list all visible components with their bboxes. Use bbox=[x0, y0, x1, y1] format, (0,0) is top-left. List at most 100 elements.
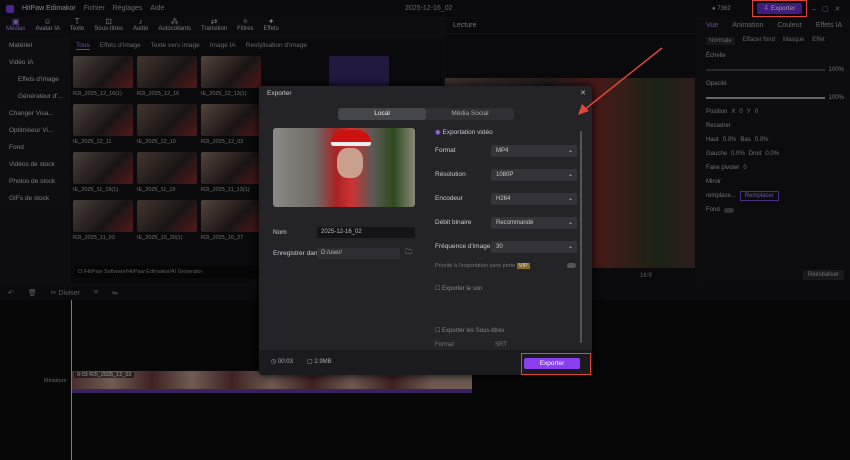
format-select[interactable]: MP4 ⌄ bbox=[491, 145, 577, 157]
folder-icon[interactable]: 🗀 bbox=[405, 248, 412, 259]
fps-select[interactable]: 30 ⌄ bbox=[491, 241, 577, 253]
tab-animation[interactable]: Animation bbox=[732, 22, 763, 29]
scrollbar[interactable] bbox=[580, 131, 582, 343]
save-path-input[interactable]: D:/user/ bbox=[317, 248, 400, 259]
subtitle-format-value[interactable]: SRT bbox=[495, 342, 507, 348]
media-thumbnail bbox=[137, 152, 197, 184]
bitrate-label: Débit binaire bbox=[435, 219, 472, 226]
rotate-value[interactable]: 0 bbox=[743, 165, 746, 171]
tab-local[interactable]: Local bbox=[338, 108, 426, 120]
media-tab[interactable]: Image IA bbox=[210, 42, 236, 50]
media-tab[interactable]: Restylisation d'image bbox=[246, 42, 307, 50]
tool-audio[interactable]: ♪ Audio bbox=[133, 17, 148, 37]
sidebar-item[interactable]: Optimiseur Vi... bbox=[4, 123, 68, 139]
background-toggle[interactable] bbox=[723, 207, 734, 213]
reset-button[interactable]: Réinitialiser bbox=[802, 270, 844, 280]
resolution-select[interactable]: 1080P ⌄ bbox=[491, 169, 577, 181]
file-size-value: 2.9MB bbox=[314, 359, 332, 365]
export-tabs: Local Média Social bbox=[338, 108, 514, 120]
fps-label: Fréquence d'image bbox=[435, 243, 491, 250]
export-subtitles-label: Exporter les Sous-titres bbox=[442, 328, 505, 334]
media-thumbnail bbox=[201, 56, 261, 88]
media-item[interactable]: R2I_2025_10_27 bbox=[201, 200, 261, 244]
menu-settings[interactable]: Réglages bbox=[113, 5, 143, 12]
tool-text[interactable]: T Texte bbox=[70, 17, 84, 37]
window-controls[interactable]: –▢✕ bbox=[812, 5, 846, 13]
tool-filters[interactable]: ✧ Filtres bbox=[237, 17, 253, 37]
video-export-radio[interactable]: ◉ Exportation vidéo bbox=[435, 128, 493, 136]
crop-bottom[interactable]: 0.0% bbox=[755, 137, 769, 143]
split-button[interactable]: ✂ Diviser bbox=[51, 289, 80, 297]
subtab-effect[interactable]: Effet bbox=[812, 37, 824, 45]
crop-left[interactable]: 0.0% bbox=[731, 151, 745, 157]
delete-icon[interactable]: 🗑 bbox=[28, 289, 37, 297]
media-item[interactable]: IE_2025_12_10 bbox=[137, 104, 197, 148]
tool-avatar[interactable]: ☺ Avatar IA bbox=[35, 17, 60, 37]
sidebar-item[interactable]: GIFs de stock bbox=[4, 191, 68, 207]
subtab-remove-bg[interactable]: Effacer fond bbox=[743, 37, 775, 45]
text-icon: T bbox=[74, 17, 80, 26]
top-export-button[interactable]: ⇩ Exporter bbox=[757, 3, 802, 14]
media-thumbnail bbox=[201, 104, 261, 136]
tool-stickers[interactable]: ⁂ Autocollants bbox=[158, 17, 191, 37]
media-tab[interactable]: Effets d'image bbox=[100, 42, 141, 50]
undo-icon[interactable]: ↶ bbox=[8, 289, 14, 297]
export-audio-checkbox[interactable]: ☐ Exporter le son bbox=[435, 285, 482, 292]
media-thumbnail bbox=[137, 104, 197, 136]
tab-view[interactable]: Vue bbox=[706, 22, 718, 29]
media-item[interactable]: R2I_2025_11_13(1) bbox=[201, 152, 261, 196]
crop-right[interactable]: 0.0% bbox=[765, 151, 779, 157]
encoder-select[interactable]: H264 ⌄ bbox=[491, 193, 577, 205]
crop-top[interactable]: 0.0% bbox=[723, 137, 737, 143]
export-subtitles-checkbox[interactable]: ☐ Exporter les Sous-titres bbox=[435, 327, 504, 334]
tool-effects[interactable]: ✦ Effets bbox=[263, 17, 278, 37]
sidebar-item[interactable]: Photos de stock bbox=[4, 174, 68, 190]
sidebar-item[interactable]: Générateur d'... bbox=[4, 89, 68, 105]
media-tab[interactable]: Texte vers image bbox=[151, 42, 200, 50]
tool-transition[interactable]: ⇄ Transition bbox=[201, 17, 227, 37]
media-item[interactable]: R2I_2025_12_16 bbox=[137, 56, 197, 100]
lossless-option[interactable]: Priorité à l'exportation sans perte VIP bbox=[435, 263, 530, 269]
tab-color[interactable]: Couleur bbox=[777, 22, 802, 29]
media-item[interactable]: R2I_2025_12_16(1) bbox=[73, 56, 133, 100]
menu-file[interactable]: Fichier bbox=[84, 5, 105, 12]
replace-button[interactable]: Remplacer bbox=[739, 191, 779, 201]
name-input[interactable]: 2025-12-16_02 bbox=[317, 227, 415, 238]
sidebar-item[interactable]: Vidéos de stock bbox=[4, 157, 68, 173]
lossless-toggle[interactable] bbox=[567, 263, 576, 268]
media-tab[interactable]: Tous bbox=[76, 42, 90, 50]
sidebar-item[interactable]: Effets d'image bbox=[4, 72, 68, 88]
export-button[interactable]: Exporter bbox=[524, 358, 580, 369]
media-caption: IE_2025_11_19(1) bbox=[73, 187, 119, 193]
scale-slider[interactable] bbox=[706, 69, 825, 71]
menu-help[interactable]: Aide bbox=[150, 5, 164, 12]
subtab-normal[interactable]: Normale bbox=[706, 37, 735, 45]
position-x[interactable]: 0 bbox=[739, 109, 742, 115]
close-icon[interactable]: ✕ bbox=[580, 89, 586, 97]
tool-media[interactable]: ▣ Médias bbox=[6, 17, 25, 37]
scale-value[interactable]: 100% bbox=[829, 67, 844, 73]
position-y[interactable]: 0 bbox=[755, 109, 758, 115]
media-item[interactable]: IE_2025_10_20(1) bbox=[137, 200, 197, 244]
media-item[interactable]: IE_2025_11_19 bbox=[137, 152, 197, 196]
subtab-mask[interactable]: Masque bbox=[783, 37, 804, 45]
sidebar-item[interactable]: Changer Visa... bbox=[4, 106, 68, 122]
media-item[interactable]: IE_2025_12_13(1) bbox=[201, 56, 261, 100]
sidebar-item[interactable]: Matériel bbox=[4, 38, 68, 54]
media-item[interactable]: R2I_2025_11_03 bbox=[73, 200, 133, 244]
tool-label: Effets bbox=[263, 26, 279, 32]
media-item[interactable]: R2I_2025_12_03 bbox=[201, 104, 261, 148]
bitrate-select[interactable]: Recommandé ⌄ bbox=[491, 217, 577, 229]
tool-subtitles[interactable]: ⊡ Sous-titres bbox=[94, 17, 123, 37]
crop-icon[interactable]: ⌗ bbox=[94, 289, 98, 297]
media-item[interactable]: IE_2025_12_11 bbox=[73, 104, 133, 148]
opacity-slider[interactable] bbox=[706, 97, 825, 99]
media-item[interactable]: IE_2025_11_19(1) bbox=[73, 152, 133, 196]
sidebar-item[interactable]: Fond bbox=[4, 140, 68, 156]
mirror-icon[interactable]: ⇋ bbox=[112, 289, 118, 297]
opacity-value[interactable]: 100% bbox=[829, 95, 844, 101]
tab-social[interactable]: Média Social bbox=[426, 108, 514, 120]
sidebar-item[interactable]: Vidéo IA bbox=[4, 55, 68, 71]
aspect-ratio[interactable]: 16:9 bbox=[640, 273, 652, 279]
tab-ai-effects[interactable]: Effets IA bbox=[816, 22, 842, 29]
